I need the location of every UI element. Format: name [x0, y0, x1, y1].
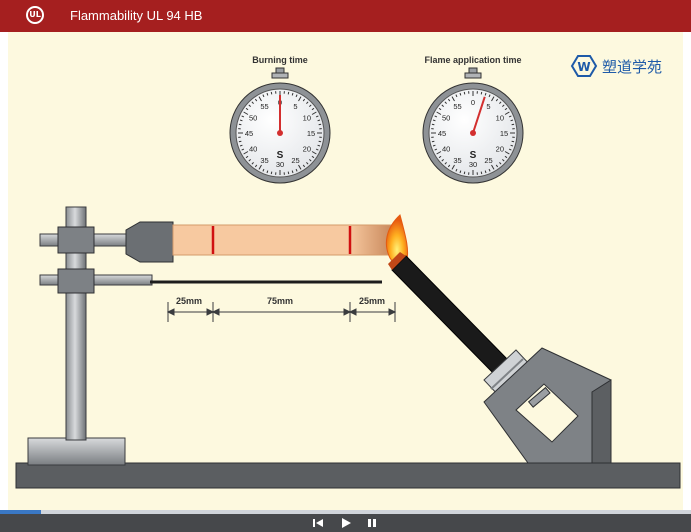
dial-number: 5: [293, 102, 297, 111]
dial-number: 10: [303, 114, 311, 123]
dial-tick: [511, 140, 515, 143]
dial-tick: [238, 140, 242, 143]
stopwatch-label-burning: Burning time: [252, 55, 308, 65]
dial-number: 10: [496, 114, 504, 123]
dial-tick: [318, 140, 322, 143]
dial-number: 0: [471, 98, 475, 107]
dial-number: 40: [249, 145, 257, 154]
dial-unit-burning: S: [277, 150, 284, 161]
control-strip: [0, 514, 691, 532]
brand-logo: W 塑道学苑: [570, 55, 662, 77]
dial-tick: [463, 91, 466, 95]
page-title: Flammability UL 94 HB: [70, 8, 203, 23]
upper-clamp: [57, 226, 95, 254]
dial-number: 20: [303, 145, 311, 154]
dial-number: 20: [496, 145, 504, 154]
lower-clamp: [57, 268, 95, 294]
dial-number: 35: [260, 156, 268, 165]
dial-number: 55: [453, 102, 461, 111]
test-apparatus-scene: 25mm 75mm 25mm Burning time 0 5 10 15 20 25 30…: [15, 55, 681, 489]
dial-number: 40: [442, 145, 450, 154]
dial-number: 30: [276, 160, 284, 169]
pause-icon[interactable]: [361, 514, 383, 532]
lower-arm: [39, 274, 153, 286]
dial-unit-flame: S: [470, 150, 477, 161]
play-icon[interactable]: [335, 514, 357, 532]
dial-tick: [480, 171, 483, 175]
dial-tick: [480, 91, 483, 95]
dial-tick: [287, 171, 290, 175]
svg-text:W: W: [577, 60, 590, 74]
dial-number: 25: [291, 156, 299, 165]
dial-number: 25: [484, 156, 492, 165]
brand-text: 塑道学苑: [602, 58, 662, 76]
dial-number: 45: [438, 129, 446, 138]
dial-number: 15: [500, 129, 508, 138]
dial-number: 30: [469, 160, 477, 169]
dial-tick: [431, 140, 435, 143]
player-bar: [0, 510, 691, 532]
dial-tick: [318, 123, 322, 126]
dial-number: 55: [260, 102, 268, 111]
dial-number: 15: [307, 129, 315, 138]
burner-tube: [391, 255, 515, 381]
dial-tick: [270, 91, 273, 95]
dim-label-left: 25mm: [176, 296, 202, 306]
dial-number: 50: [442, 114, 450, 123]
stopwatch-burning-time: Burning time 0510152025303540455055 S: [229, 55, 331, 184]
dial-tick: [238, 123, 242, 126]
stand-foot: [27, 437, 126, 466]
ul-logo: UL: [26, 6, 44, 24]
dial-number: 35: [453, 156, 461, 165]
dial-tick: [463, 171, 466, 175]
dial-number: 45: [245, 129, 253, 138]
specimen-bar: [172, 224, 394, 256]
title-bar: UL Flammability UL 94 HB: [0, 0, 691, 32]
dial-number: 50: [249, 114, 257, 123]
dial-tick: [270, 171, 273, 175]
stopwatch-flame-application: Flame application time 0 5 10 15 20 25 30 3540 4…: [422, 55, 524, 184]
dim-label-middle: 75mm: [267, 296, 293, 306]
specimen-holder: [125, 221, 174, 263]
animation-stage: 25mm 75mm 25mm Burning time 0 5 10 15 20 25 30…: [8, 32, 683, 510]
dim-label-right: 25mm: [359, 296, 385, 306]
dial-tick: [431, 123, 435, 126]
dial-tick: [511, 123, 515, 126]
dial-tick: [287, 91, 290, 95]
dial-number: 5: [486, 102, 490, 111]
restart-icon[interactable]: [307, 514, 329, 532]
base-plate: [15, 462, 681, 489]
stopwatch-label-flame: Flame application time: [424, 55, 521, 65]
